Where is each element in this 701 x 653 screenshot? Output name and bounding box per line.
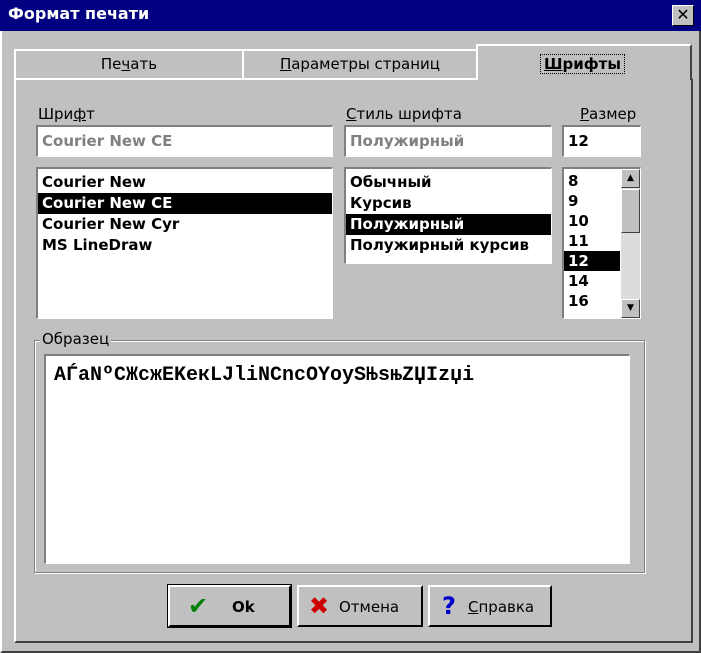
size-list-item[interactable]: 14 (564, 271, 620, 291)
font-listbox[interactable]: Courier New Courier New CE Courier New C… (36, 167, 333, 319)
font-label: Шрифт (38, 105, 95, 123)
tab-fonts-label: Шрифты (540, 54, 625, 74)
style-list-item[interactable]: Полужирный курсив (346, 235, 551, 256)
scroll-up-arrow-icon[interactable]: ▲ (621, 169, 640, 188)
font-list-item[interactable]: MS LineDraw (38, 235, 332, 256)
size-scrollbar[interactable]: ▲ ▼ (621, 169, 640, 318)
font-list-item-selected[interactable]: Courier New CE (38, 193, 332, 214)
scroll-down-arrow-icon[interactable]: ▼ (621, 299, 640, 318)
sample-label: Образец (40, 330, 112, 348)
font-size-label: Размер (580, 105, 637, 123)
sample-preview: AЃaNºCЖcжEKeкLJliNCncOYoySЊsњZЏIzџi (44, 354, 630, 564)
size-items: 8 9 10 11 12 14 16 (564, 171, 620, 311)
font-style-listbox[interactable]: Обычный Курсив Полужирный Полужирный кур… (344, 167, 552, 264)
size-list-item[interactable]: 10 (564, 211, 620, 231)
size-list-item-selected[interactable]: 12 (564, 251, 620, 271)
font-size-listbox[interactable]: 8 9 10 11 12 14 16 ▲ ▼ (562, 167, 641, 319)
font-list-item[interactable]: Courier New (38, 172, 332, 193)
font-size-field[interactable]: 12 (562, 125, 641, 157)
size-list-item[interactable]: 11 (564, 231, 620, 251)
tab-print[interactable]: Печать (14, 49, 244, 78)
font-list-item[interactable]: Courier New Cyr (38, 214, 332, 235)
help-button[interactable]: ? Справка (428, 585, 552, 627)
font-style-field[interactable]: Полужирный (344, 125, 552, 157)
scroll-thumb[interactable] (621, 189, 640, 233)
checkmark-icon: ✔ (188, 592, 209, 620)
style-list-item[interactable]: Обычный (346, 172, 551, 193)
cancel-button[interactable]: ✖ Отмена (297, 585, 423, 627)
size-list-item[interactable]: 9 (564, 191, 620, 211)
close-icon: ✕ (676, 5, 690, 24)
ok-button[interactable]: ✔ Ok (168, 585, 291, 627)
size-list-item[interactable]: 8 (564, 171, 620, 191)
style-list-item-selected[interactable]: Полужирный (346, 214, 551, 235)
window-title: Формат печати (8, 4, 150, 23)
font-name-field[interactable]: Courier New CE (36, 125, 333, 157)
question-icon: ? (442, 592, 456, 620)
size-list-item[interactable]: 16 (564, 291, 620, 311)
tab-page-settings[interactable]: Параметры страниц (242, 49, 478, 78)
font-style-label: Стиль шрифта (346, 105, 462, 123)
close-button[interactable]: ✕ (672, 5, 694, 26)
x-icon: ✖ (309, 592, 330, 620)
style-list-item[interactable]: Курсив (346, 193, 551, 214)
